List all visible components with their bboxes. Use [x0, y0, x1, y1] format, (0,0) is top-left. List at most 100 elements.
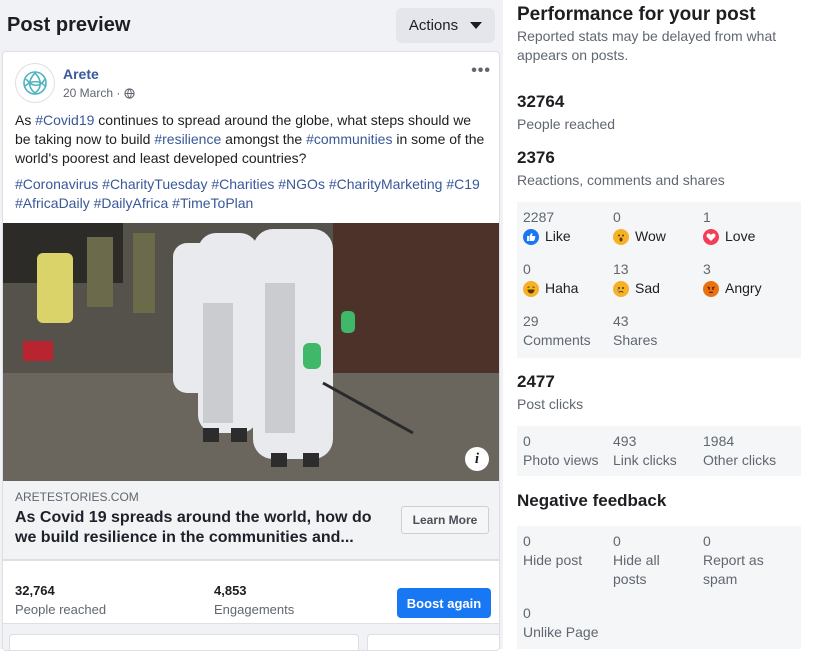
reaction-love-count: 1 [703, 209, 711, 225]
reaction-sad-count: 13 [613, 261, 629, 277]
post-card-footer [3, 623, 499, 650]
page-name-link[interactable]: Arete [63, 66, 99, 82]
comments-label: Comments [523, 332, 591, 348]
comments-stat: 29 Comments [523, 312, 591, 350]
post-date: 20 March · [63, 86, 135, 100]
performance-subtitle: Reported stats may be delayed from what … [517, 28, 777, 63]
photo-views-stat: 0 Photo views [523, 432, 598, 470]
boost-again-button[interactable]: Boost again [397, 588, 491, 618]
angry-icon [703, 280, 719, 297]
caret-down-icon [470, 22, 483, 29]
other-clicks-count: 1984 [703, 433, 735, 449]
reaction-like-label: Like [545, 228, 571, 244]
link-clicks-label: Link clicks [613, 452, 677, 468]
arete-logo-icon [23, 71, 47, 95]
post-text-fragment: amongst the [221, 131, 307, 147]
other-clicks-label: Other clicks [703, 452, 777, 468]
link-clicks-stat: 493 Link clicks [613, 432, 677, 470]
hashtag-link[interactable]: #resilience [154, 131, 221, 147]
hide-post-count: 0 [523, 533, 531, 549]
post-text-fragment: As [15, 112, 36, 128]
post-clicks-value: 2477 [517, 372, 555, 391]
reaction-love-label: Love [725, 228, 756, 244]
engagements-number: 4,853 [214, 583, 247, 598]
comments-count: 29 [523, 313, 539, 329]
reactions-breakdown: 2287 Like 0 Wow 1 Love 0 Haha 13 Sad 3 A… [517, 202, 801, 358]
hide-post-stat: 0 Hide post [523, 532, 605, 570]
post-preview-panel: Post preview Actions Arete 20 March · ••… [0, 0, 503, 651]
love-icon [703, 228, 719, 245]
haha-icon [523, 280, 539, 297]
reaction-angry: 3 Angry [703, 260, 762, 298]
negative-feedback-breakdown: 0 Hide post 0 Hide all posts 0 Report as… [517, 526, 801, 649]
unlike-page-stat: 0 Unlike Page [523, 604, 599, 642]
post-card: Arete 20 March · ••• As #Covid19 continu… [2, 51, 500, 651]
globe-icon [124, 87, 135, 99]
hide-all-posts-count: 0 [613, 533, 621, 549]
negative-feedback-title: Negative feedback [517, 491, 667, 510]
reaction-wow: 0 Wow [613, 208, 666, 246]
engagements-label: Engagements [214, 602, 295, 617]
hashtag-link[interactable]: #Covid19 [35, 112, 94, 128]
actions-dropdown-button[interactable]: Actions [396, 8, 495, 43]
photo-views-count: 0 [523, 433, 531, 449]
post-photo-illustration [3, 223, 499, 481]
reaction-wow-count: 0 [613, 209, 621, 225]
link-clicks-count: 493 [613, 433, 637, 449]
sad-icon [613, 280, 629, 297]
shares-count: 43 [613, 313, 629, 329]
reaction-sad-label: Sad [635, 280, 660, 296]
hashtag-link[interactable]: #communities [306, 131, 392, 147]
other-clicks-stat: 1984 Other clicks [703, 432, 776, 470]
reaction-haha-count: 0 [523, 261, 531, 277]
post-message: As #Covid19 continues to spread around t… [15, 111, 490, 168]
report-spam-stat: 0 Report as spam [703, 532, 783, 589]
people-reached-caption: People reached [517, 116, 616, 132]
performance-panel: Performance for your post Reported stats… [509, 0, 813, 649]
reaction-wow-label: Wow [635, 228, 666, 244]
people-reached-value: 32764 [517, 92, 565, 111]
unlike-page-count: 0 [523, 605, 531, 621]
reactions-caption: Reactions, comments and shares [517, 172, 725, 188]
link-domain: ARETESTORIES.COM [15, 490, 139, 504]
reaction-love: 1 Love [703, 208, 755, 246]
hide-all-posts-label: Hide all posts [613, 552, 660, 587]
like-icon [523, 228, 539, 245]
reaction-angry-count: 3 [703, 261, 711, 277]
link-preview[interactable]: ARETESTORIES.COM As Covid 19 spreads aro… [3, 481, 499, 560]
reaction-like: 2287 Like [523, 208, 571, 246]
reaction-sad: 13 Sad [613, 260, 660, 298]
photo-views-label: Photo views [523, 452, 599, 468]
report-spam-count: 0 [703, 533, 711, 549]
learn-more-button[interactable]: Learn More [401, 506, 489, 534]
link-title: As Covid 19 spreads around the world, ho… [15, 509, 372, 546]
report-spam-label: Report as spam [703, 552, 764, 587]
post-image[interactable]: i [3, 223, 499, 481]
footer-box-left [9, 634, 359, 650]
unlike-page-label: Unlike Page [523, 624, 599, 640]
post-date-text: 20 March · [63, 86, 121, 100]
post-stats-row: 32,764 People reached 4,853 Engagements … [3, 560, 499, 623]
hide-post-label: Hide post [523, 552, 583, 568]
shares-label: Shares [613, 332, 658, 348]
wow-icon [613, 228, 629, 245]
actions-label: Actions [408, 17, 459, 34]
reaction-like-count: 2287 [523, 209, 555, 225]
hide-all-posts-stat: 0 Hide all posts [613, 532, 683, 589]
reaction-angry-label: Angry [725, 280, 762, 296]
post-hashtags[interactable]: #Coronavirus #CharityTuesday #Charities … [15, 175, 490, 213]
performance-title: Performance for your post [517, 4, 756, 25]
reaction-haha-label: Haha [545, 280, 579, 296]
post-clicks-breakdown: 0 Photo views 493 Link clicks 1984 Other… [517, 426, 801, 476]
reaction-haha: 0 Haha [523, 260, 578, 298]
people-reached-number: 32,764 [15, 583, 55, 598]
reactions-value: 2376 [517, 148, 555, 167]
people-reached-label: People reached [15, 602, 107, 617]
more-options-icon[interactable]: ••• [471, 62, 491, 80]
info-icon[interactable]: i [465, 447, 489, 471]
post-clicks-caption: Post clicks [517, 396, 584, 412]
page-avatar[interactable] [15, 63, 55, 103]
footer-box-right [367, 634, 499, 650]
shares-stat: 43 Shares [613, 312, 657, 350]
post-preview-title: Post preview [7, 14, 131, 36]
